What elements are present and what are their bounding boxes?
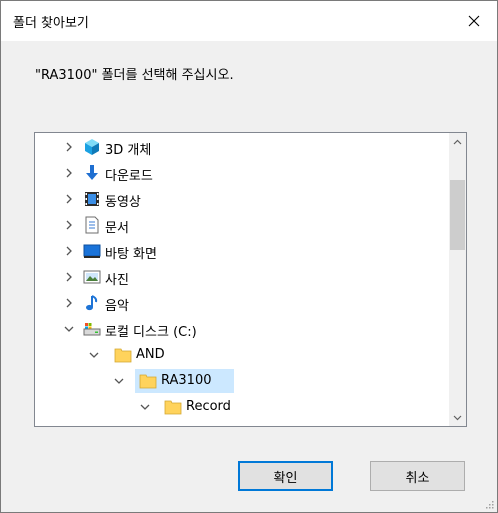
chevron-right-icon[interactable] (62, 165, 76, 181)
tree-item-label: Record (186, 399, 231, 414)
3d-objects-icon (83, 138, 101, 156)
tree-item-3d-objects[interactable]: 3D 개체 (35, 134, 450, 160)
folder-icon (114, 346, 132, 364)
picture-icon (83, 268, 101, 286)
drive-icon (83, 320, 101, 338)
tree-item-label: AND (136, 347, 165, 362)
title-bar: 폴더 찾아보기 (1, 1, 497, 41)
desktop-icon (83, 242, 101, 260)
tree-item-label: 3D 개체 (105, 143, 152, 158)
chevron-right-icon[interactable] (62, 243, 76, 259)
folder-tree-list: 3D 개체 다운로드 동영상 문서 바탕 화면 사진 음악 로컬 디스크 (C:… (35, 133, 450, 426)
tree-item-label: 문서 (105, 221, 129, 236)
cancel-button[interactable]: 취소 (370, 461, 465, 491)
scroll-thumb[interactable] (450, 180, 465, 250)
chevron-right-icon[interactable] (62, 217, 76, 233)
instruction-text: "RA3100" 폴더를 선택해 주십시오. (35, 68, 234, 83)
tree-item-label: 사진 (105, 273, 129, 288)
tree-item-downloads[interactable]: 다운로드 (35, 160, 450, 186)
chevron-down-icon[interactable] (112, 373, 126, 389)
folder-icon (139, 372, 157, 390)
folder-icon (164, 398, 182, 416)
tree-item-label: 동영상 (105, 195, 141, 210)
tree-item-record[interactable]: Record (35, 394, 450, 420)
tree-item-local-disk-c[interactable]: 로컬 디스크 (C:) (35, 316, 450, 342)
tree-item-label: 음악 (105, 299, 129, 314)
tree-item-label: 로컬 디스크 (C:) (105, 325, 197, 340)
tree-item-and[interactable]: AND (35, 342, 450, 368)
chevron-down-icon[interactable] (87, 347, 101, 363)
scroll-down-button[interactable] (449, 409, 466, 426)
document-icon (83, 216, 101, 234)
window-title: 폴더 찾아보기 (13, 16, 89, 31)
chevron-right-icon[interactable] (62, 269, 76, 285)
tree-item-ra3100[interactable]: RA3100 (35, 368, 450, 394)
tree-item-documents[interactable]: 문서 (35, 212, 450, 238)
tree-item-label: 다운로드 (105, 169, 153, 184)
tree-item-label: 바탕 화면 (105, 247, 157, 262)
chevron-right-icon[interactable] (62, 139, 76, 155)
chevron-up-icon (453, 139, 462, 144)
download-icon (83, 164, 101, 182)
tree-item-desktop[interactable]: 바탕 화면 (35, 238, 450, 264)
music-icon (83, 294, 101, 312)
close-icon (468, 15, 480, 27)
tree-item-pictures[interactable]: 사진 (35, 264, 450, 290)
tree-item-videos[interactable]: 동영상 (35, 186, 450, 212)
browse-folder-dialog: 폴더 찾아보기 "RA3100" 폴더를 선택해 주십시오. 3D 개체 다운로… (0, 0, 498, 513)
tree-item-label: RA3100 (161, 373, 212, 388)
chevron-right-icon[interactable] (62, 191, 76, 207)
video-icon (83, 190, 101, 208)
close-button[interactable] (451, 1, 497, 41)
chevron-down-icon[interactable] (62, 321, 76, 337)
chevron-down-icon (453, 415, 462, 420)
chevron-down-icon[interactable] (138, 399, 152, 415)
resize-grip-icon[interactable] (484, 499, 494, 509)
vertical-scrollbar[interactable] (449, 133, 466, 426)
folder-tree[interactable]: 3D 개체 다운로드 동영상 문서 바탕 화면 사진 음악 로컬 디스크 (C:… (34, 132, 467, 427)
tree-item-music[interactable]: 음악 (35, 290, 450, 316)
ok-button[interactable]: 확인 (238, 461, 333, 491)
scroll-up-button[interactable] (449, 133, 466, 150)
chevron-right-icon[interactable] (62, 295, 76, 311)
